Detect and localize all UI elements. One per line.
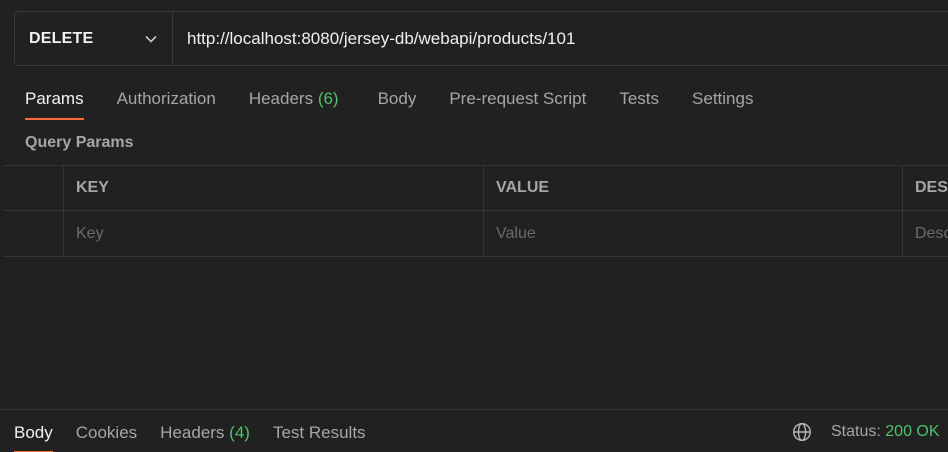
tab-tests-label: Tests (619, 89, 660, 108)
tab-authorization-label: Authorization (116, 89, 216, 108)
method-select[interactable]: DELETE (15, 12, 173, 65)
column-header-key: KEY (64, 166, 484, 210)
tab-authorization[interactable]: Authorization (117, 86, 216, 120)
response-tab-cookies[interactable]: Cookies (76, 410, 137, 452)
response-tab-body-label: Body (14, 422, 53, 442)
url-input[interactable] (173, 12, 948, 65)
query-params-table: KEY VALUE DESCRIPTION Key Value Descript… (3, 165, 948, 257)
response-tab-cookies-label: Cookies (75, 422, 138, 442)
column-header-value: VALUE (484, 166, 903, 210)
table-header-row: KEY VALUE DESCRIPTION (3, 165, 948, 211)
request-tabs: Params Authorization Headers (6) Body Pr… (25, 86, 786, 122)
query-params-title: Query Params (25, 134, 134, 151)
response-status: Status: 200 OK (831, 423, 940, 441)
response-tab-headers-label: Headers (160, 422, 225, 442)
tab-headers[interactable]: Headers (6) (249, 86, 339, 120)
param-description-input[interactable]: Description (903, 211, 948, 256)
tab-prerequest-script[interactable]: Pre-request Script (449, 86, 586, 120)
response-bar: Body Cookies Headers (4) Test Results St… (0, 409, 948, 452)
tab-params-label: Params (25, 89, 84, 108)
globe-icon[interactable] (792, 422, 812, 442)
tab-tests[interactable]: Tests (619, 86, 659, 120)
tab-settings[interactable]: Settings (692, 86, 753, 120)
headers-count-badge: (6) (317, 89, 339, 108)
chevron-down-icon (144, 32, 158, 46)
param-key-input[interactable]: Key (64, 211, 484, 256)
request-editor: DELETE Params Authorization Headers (6) … (0, 0, 948, 452)
tab-prerequest-label: Pre-request Script (449, 89, 587, 108)
row-checkbox-cell (3, 211, 64, 256)
param-value-input[interactable]: Value (484, 211, 903, 256)
response-tab-headers[interactable]: Headers (4) (160, 410, 250, 452)
tab-params[interactable]: Params (25, 86, 84, 120)
header-checkbox-cell (3, 166, 64, 210)
request-bar: DELETE (14, 11, 948, 66)
response-headers-count-badge: (4) (229, 422, 250, 442)
status-label: Status: (831, 423, 881, 440)
tab-body-label: Body (377, 89, 417, 108)
method-label: DELETE (29, 29, 94, 47)
column-header-description: DESCRIPTION (915, 179, 948, 196)
response-tab-test-results[interactable]: Test Results (273, 410, 366, 452)
tab-body[interactable]: Body (378, 86, 417, 120)
table-row: Key Value Description (3, 211, 948, 257)
tab-settings-label: Settings (692, 89, 754, 108)
tab-headers-label: Headers (248, 89, 314, 108)
response-tab-body[interactable]: Body (14, 410, 53, 452)
response-tab-test-results-label: Test Results (272, 422, 366, 442)
status-badge: 200 OK (885, 423, 940, 440)
